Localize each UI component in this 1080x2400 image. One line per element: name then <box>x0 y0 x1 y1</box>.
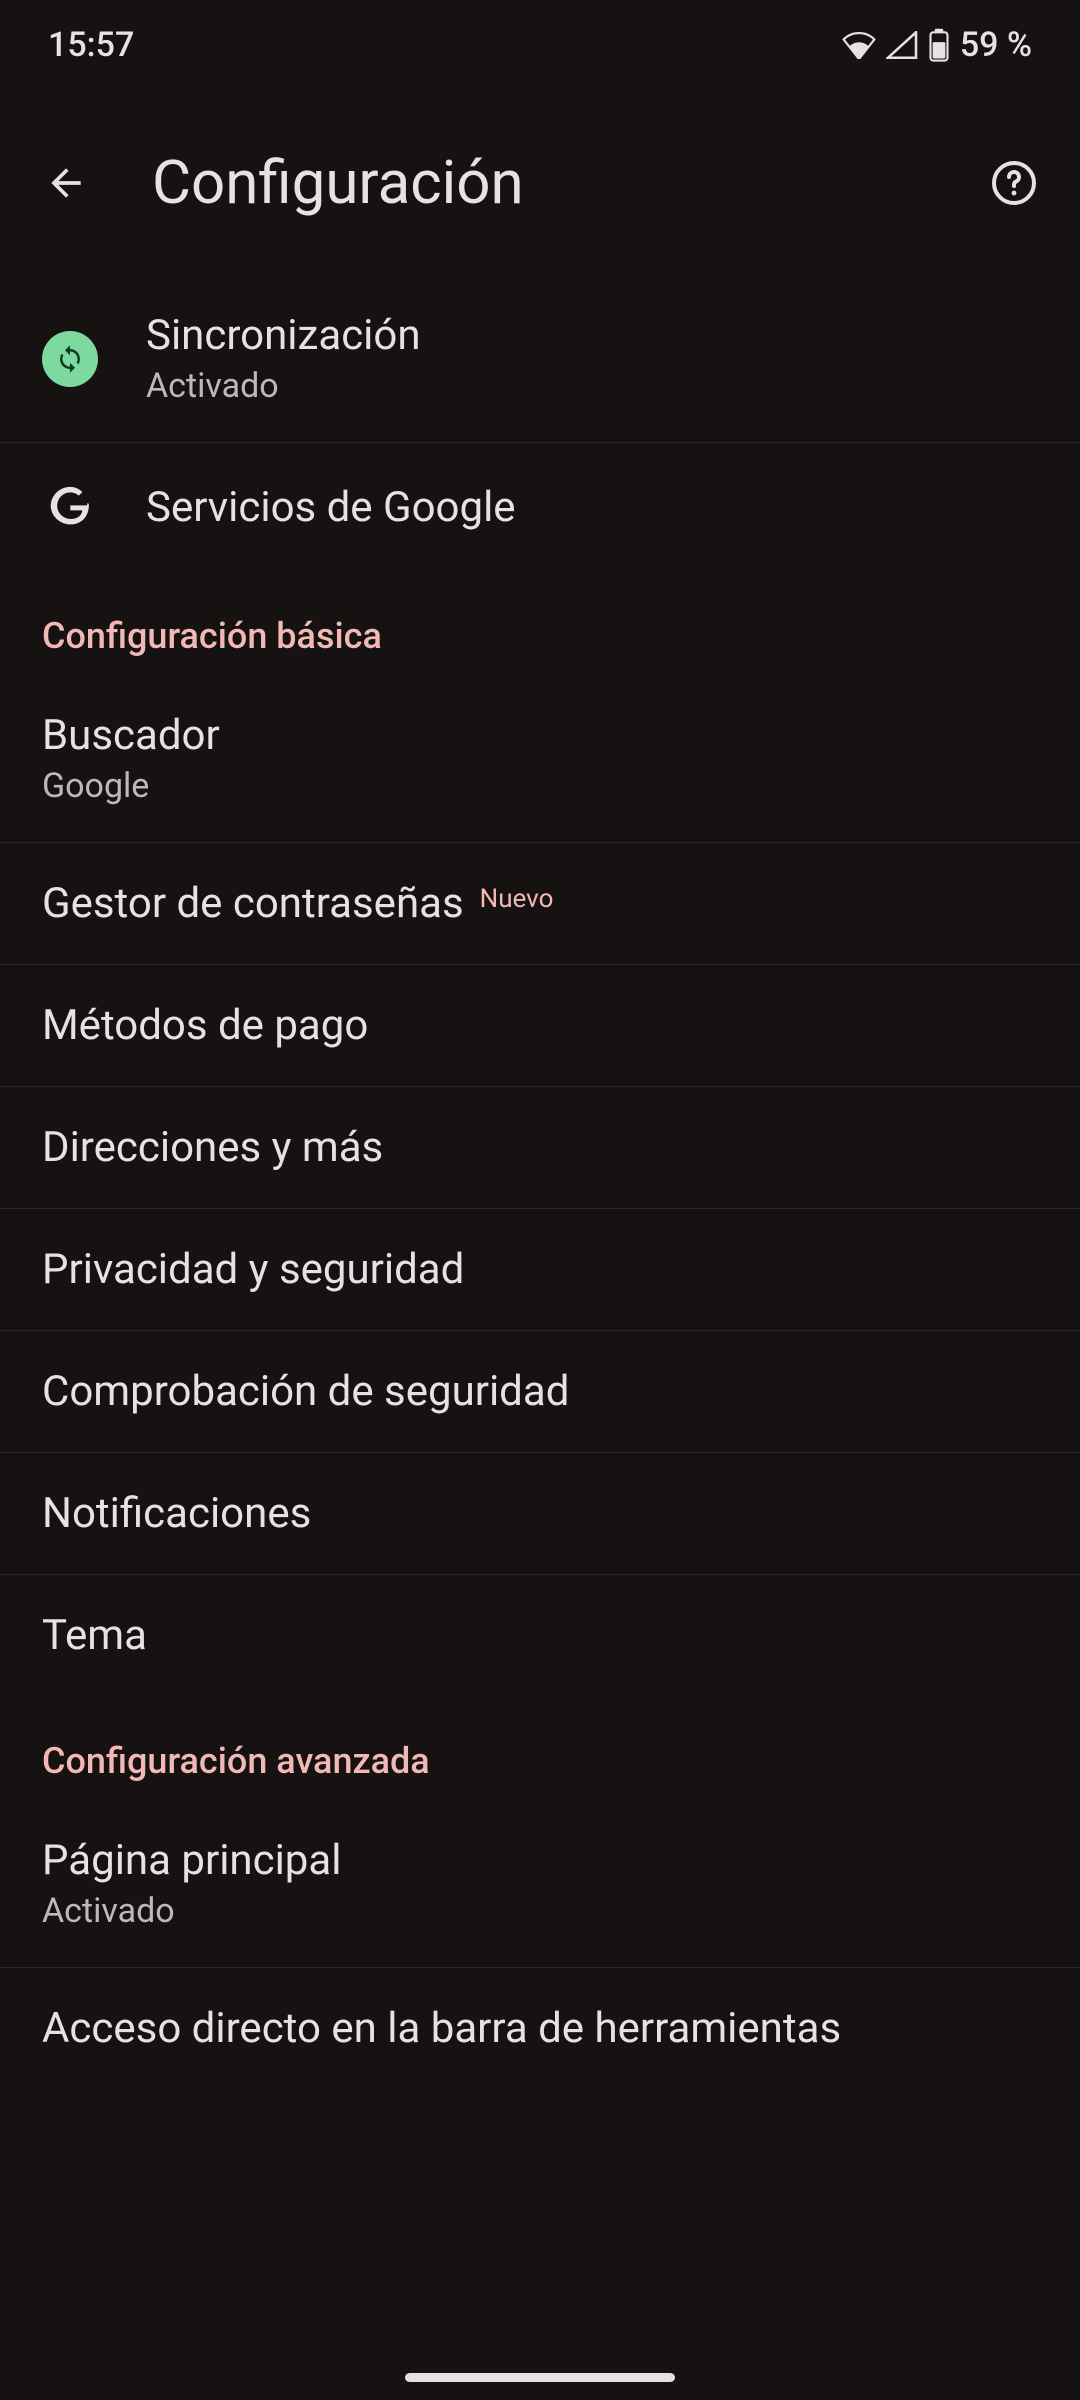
item-privacy[interactable]: Privacidad y seguridad <box>0 1209 1080 1331</box>
battery-icon <box>928 28 950 62</box>
item-sync-title: Sincronización <box>146 311 421 360</box>
item-search-subtitle: Google <box>42 766 220 806</box>
back-button[interactable] <box>34 151 98 215</box>
item-addresses-title: Direcciones y más <box>42 1123 383 1172</box>
item-homepage[interactable]: Página principal Activado <box>0 1800 1080 1968</box>
item-payment-title: Métodos de pago <box>42 1001 368 1050</box>
status-icons: 59 % <box>842 25 1032 65</box>
new-badge: Nuevo <box>480 884 554 914</box>
signal-icon <box>886 31 918 59</box>
status-time: 15:57 <box>48 25 134 65</box>
wifi-icon <box>842 31 876 59</box>
item-homepage-body: Página principal Activado <box>42 1836 341 1931</box>
sync-icon <box>42 331 98 387</box>
item-toolbar-shortcut[interactable]: Acceso directo en la barra de herramient… <box>0 1968 1080 2061</box>
item-google-services[interactable]: Servicios de Google <box>0 443 1080 571</box>
item-sync-subtitle: Activado <box>146 366 421 406</box>
item-search-engine[interactable]: Buscador Google <box>0 675 1080 843</box>
status-bar: 15:57 59 % <box>0 0 1080 90</box>
item-passwords-title: Gestor de contraseñas <box>42 879 464 928</box>
item-sync[interactable]: Sincronización Activado <box>0 275 1080 443</box>
item-toolbar-title: Acceso directo en la barra de herramient… <box>42 2004 841 2053</box>
arrow-left-icon <box>44 161 88 205</box>
page-title: Configuración <box>152 147 928 218</box>
item-safety-title: Comprobación de seguridad <box>42 1367 569 1416</box>
item-google-title: Servicios de Google <box>146 483 516 532</box>
item-homepage-title: Página principal <box>42 1836 341 1885</box>
item-safety-check[interactable]: Comprobación de seguridad <box>0 1331 1080 1453</box>
item-addresses[interactable]: Direcciones y más <box>0 1087 1080 1209</box>
item-passwords-body: Gestor de contraseñas Nuevo <box>42 879 553 928</box>
battery-percent: 59 % <box>960 25 1032 65</box>
item-passwords[interactable]: Gestor de contraseñas Nuevo <box>0 843 1080 965</box>
settings-list: Sincronización Activado Servicios de Goo… <box>0 275 1080 2061</box>
item-google-body: Servicios de Google <box>146 483 516 532</box>
section-advanced-header: Configuración avanzada <box>0 1696 1080 1800</box>
help-circle-icon <box>990 159 1038 207</box>
item-notifications[interactable]: Notificaciones <box>0 1453 1080 1575</box>
item-search-body: Buscador Google <box>42 711 220 806</box>
item-notifications-title: Notificaciones <box>42 1489 311 1538</box>
google-icon <box>42 479 98 535</box>
section-basic-header: Configuración básica <box>0 571 1080 675</box>
item-theme[interactable]: Tema <box>0 1575 1080 1696</box>
nav-indicator <box>405 2373 675 2382</box>
item-privacy-title: Privacidad y seguridad <box>42 1245 464 1294</box>
item-sync-body: Sincronización Activado <box>146 311 421 406</box>
item-homepage-subtitle: Activado <box>42 1891 341 1931</box>
item-payment-methods[interactable]: Métodos de pago <box>0 965 1080 1087</box>
item-search-title: Buscador <box>42 711 220 760</box>
item-theme-title: Tema <box>42 1611 147 1660</box>
help-button[interactable] <box>982 151 1046 215</box>
app-header: Configuración <box>0 90 1080 275</box>
